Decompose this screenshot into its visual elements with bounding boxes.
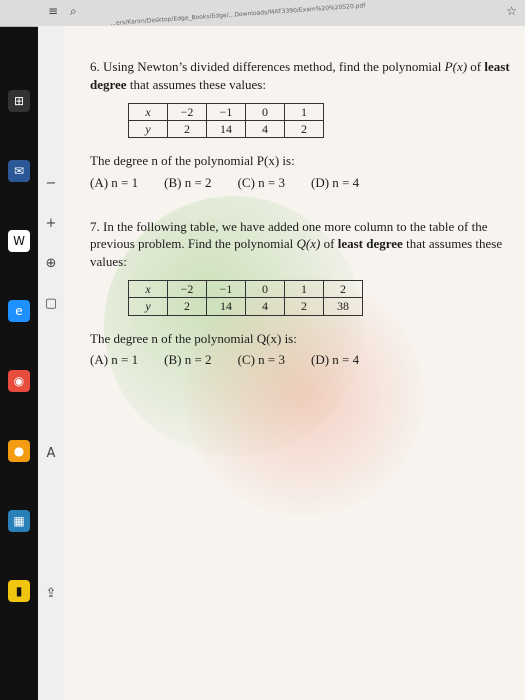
favorite-icon[interactable]: ☆ — [506, 4, 517, 18]
question-6-text: of — [467, 59, 485, 74]
table-cell: 14 — [206, 297, 246, 316]
question-7: 7. In the following table, we have added… — [90, 218, 510, 271]
table-cell: −2 — [167, 280, 207, 299]
settings-icon[interactable]: ≡ — [48, 4, 58, 18]
function-name: Q(x) — [296, 236, 321, 252]
table-cell: 1 — [284, 103, 324, 122]
question-6-text: that assumes these values: — [126, 76, 266, 92]
table-cell: 1 — [284, 280, 324, 299]
fit-page-icon[interactable]: ▢ — [40, 296, 62, 311]
read-aloud-icon[interactable]: A — [40, 446, 62, 461]
question-7-bold: least degree — [337, 236, 403, 252]
table-cell: 14 — [206, 120, 246, 139]
table-header-x: x — [128, 103, 168, 122]
table-cell: 4 — [245, 120, 285, 139]
firefox-icon[interactable]: ● — [8, 440, 30, 462]
option-b: (B) n = 2 — [164, 175, 212, 191]
question-6-options: (A) n = 1 (B) n = 2 (C) n = 3 (D) n = 4 — [90, 174, 510, 192]
table-cell: 0 — [245, 103, 285, 122]
minus-icon[interactable]: − — [40, 176, 62, 191]
table-cell: 2 — [167, 297, 207, 316]
edge-icon[interactable]: e — [8, 300, 30, 322]
question-6: 6. Using Newton’s divided differences me… — [90, 58, 510, 93]
document-content: 6. Using Newton’s divided differences me… — [90, 58, 510, 369]
folder-icon[interactable]: ▮ — [8, 580, 30, 602]
word-icon[interactable]: W — [8, 230, 30, 252]
table-cell: 2 — [284, 297, 324, 316]
values-table-6: x −2 −1 0 1 y 2 14 4 2 — [128, 103, 324, 139]
question-7-prompt: The degree n of the polynomial Q(x) is: — [90, 330, 297, 346]
question-7-text: of — [320, 236, 338, 252]
option-c: (C) n = 3 — [237, 352, 285, 368]
table-cell: −1 — [206, 280, 246, 299]
explorer-icon[interactable]: ▦ — [8, 510, 30, 532]
share-icon[interactable]: ⇪ — [40, 586, 62, 601]
option-a: (A) n = 1 — [90, 175, 139, 191]
option-b: (B) n = 2 — [164, 352, 212, 368]
table-cell: 38 — [323, 297, 363, 316]
zoom-in-icon[interactable]: ⊕ — [40, 256, 62, 271]
table-header-y: y — [128, 120, 168, 139]
table-cell: 2 — [323, 280, 363, 299]
plus-icon[interactable]: + — [40, 216, 62, 231]
option-a: (A) n = 1 — [90, 352, 139, 368]
table-cell: 2 — [167, 120, 207, 139]
pdf-page: 6. Using Newton’s divided differences me… — [64, 26, 525, 700]
mail-icon[interactable]: ✉ — [8, 160, 30, 182]
option-d: (D) n = 4 — [310, 352, 360, 368]
table-cell: −1 — [206, 103, 246, 122]
question-7-options: (A) n = 1 (B) n = 2 (C) n = 3 (D) n = 4 — [90, 351, 510, 369]
question-6-text: 6. Using Newton’s divided differences me… — [90, 59, 445, 74]
option-c: (C) n = 3 — [237, 175, 285, 191]
table-cell: 4 — [245, 297, 285, 316]
browser-toolbar: ≡ ⌕ ...ers/Karim/Desktop/Edge_Books/Edge… — [0, 0, 525, 27]
option-d: (D) n = 4 — [310, 175, 360, 191]
address-bar[interactable]: ...ers/Karim/Desktop/Edge_Books/Edge/...… — [110, 0, 400, 28]
function-name: P(x) — [444, 59, 468, 74]
table-cell: 0 — [245, 280, 285, 299]
values-table-7: x −2 −1 0 1 2 y 2 14 4 2 38 — [128, 280, 363, 316]
search-icon[interactable]: ⌕ — [70, 4, 77, 19]
taskbar: ⊞ ✉ W e ◉ ● ▦ ▮ — [0, 0, 38, 700]
table-header-y: y — [128, 297, 168, 316]
table-cell: 2 — [284, 120, 324, 139]
pdf-toolbar: − + ⊕ ▢ A ⇪ — [38, 26, 65, 700]
table-cell: −2 — [167, 103, 207, 122]
chrome-icon[interactable]: ◉ — [8, 370, 30, 392]
start-icon[interactable]: ⊞ — [8, 90, 30, 112]
question-6-prompt: The degree n of the polynomial P(x) is: — [90, 153, 295, 169]
table-header-x: x — [128, 280, 168, 299]
